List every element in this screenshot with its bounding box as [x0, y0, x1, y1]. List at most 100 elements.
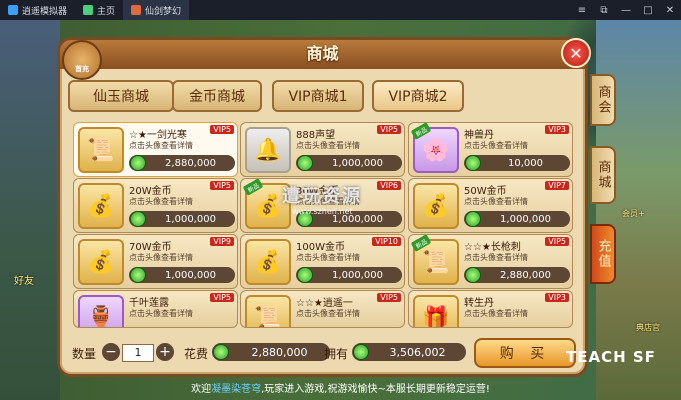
- vip-badge: VIP5: [210, 293, 234, 302]
- game-icon: [131, 5, 142, 15]
- tab-game-label: 仙剑梦幻: [145, 6, 182, 17]
- minimize-icon[interactable]: —: [615, 0, 637, 20]
- shop-item[interactable]: 💰 50W金币 VIP7 点击头像查看详情 1,000,000: [408, 178, 573, 233]
- shop-item[interactable]: 🏺 千叶莲露 VIP5 点击头像查看详情: [73, 290, 238, 328]
- menu-icon[interactable]: ≡: [571, 0, 593, 20]
- vip-badge: VIP7: [545, 181, 569, 190]
- item-desc: 点击头像查看详情: [129, 197, 193, 206]
- item-desc: 点击头像查看详情: [129, 141, 193, 150]
- shop-item[interactable]: 📜 新品 ☆☆★长枪刺 VIP5 点击头像查看详情 2,880,000: [408, 234, 573, 289]
- shop-official-label[interactable]: 典店官: [636, 322, 660, 333]
- item-price-box: 1,000,000: [296, 267, 402, 283]
- category-vip-shop-1[interactable]: VIP商城1: [272, 80, 364, 112]
- bell-icon[interactable]: 🔔: [245, 127, 291, 173]
- item-name: ☆☆★逍遥一: [296, 298, 353, 309]
- item-price: 1,000,000: [165, 213, 216, 225]
- cost-value: 2,880,000: [251, 345, 308, 359]
- item-name: 千叶莲露: [129, 298, 169, 309]
- shop-item[interactable]: 🎁 转生丹 VIP3 点击头像查看详情: [408, 290, 573, 328]
- coin-bag-icon[interactable]: 💰: [78, 183, 124, 229]
- item-price-box: 1,000,000: [129, 267, 235, 283]
- chest-icon[interactable]: 🎁: [413, 295, 459, 327]
- item-desc: 点击头像查看详情: [129, 253, 193, 262]
- item-price-box: 1,000,000: [129, 211, 235, 227]
- shop-item[interactable]: 💰 70W金币 VIP9 点击头像查看详情 1,000,000: [73, 234, 238, 289]
- item-price-box: 2,880,000: [129, 155, 235, 171]
- marquee-suffix: ,玩家进入游戏,祝游戏愉快~本服长期更新稳定运营!: [261, 384, 490, 395]
- close-window-icon[interactable]: ✕: [659, 0, 681, 20]
- vip-badge: VIP3: [545, 293, 569, 302]
- item-price: 10,000: [508, 157, 543, 169]
- coin-bag-icon[interactable]: 💰: [245, 239, 291, 285]
- quantity-minus-button[interactable]: −: [102, 343, 120, 361]
- tab-home[interactable]: 主页: [75, 0, 123, 20]
- maximize-icon[interactable]: □: [637, 0, 659, 20]
- jade-coin-icon: [297, 155, 313, 171]
- tab-emulator[interactable]: 逍遥模拟器: [0, 0, 75, 20]
- vip-badge: VIP5: [377, 125, 401, 134]
- shop-item[interactable]: 💰 20W金币 VIP5 点击头像查看详情 1,000,000: [73, 178, 238, 233]
- item-name: ☆☆★长枪刺: [464, 242, 521, 253]
- item-name: ☆★一剑光寒: [129, 130, 187, 141]
- quantity-plus-button[interactable]: +: [156, 343, 174, 361]
- coin-bag-icon[interactable]: 💰: [413, 183, 459, 229]
- jade-coin-icon: [465, 211, 481, 227]
- scroll-icon[interactable]: 📜: [245, 295, 291, 327]
- vip-badge: VIP10: [372, 237, 401, 246]
- vip-badge: VIP9: [210, 237, 234, 246]
- tab-recharge[interactable]: 充值: [590, 224, 616, 284]
- category-jade-shop[interactable]: 仙玉商城: [68, 80, 174, 112]
- emulator-logo-icon: [8, 5, 18, 15]
- shop-item[interactable]: 🌸 新品 神兽丹 VIP3 点击头像查看详情 10,000: [408, 122, 573, 177]
- tab-home-label: 主页: [97, 6, 116, 17]
- item-desc: 点击头像查看详情: [296, 253, 360, 262]
- item-price: 1,000,000: [332, 269, 383, 281]
- jade-coin-icon: [213, 344, 229, 360]
- jade-coin-icon: [130, 267, 146, 283]
- vip-badge: VIP3: [545, 125, 569, 134]
- close-button[interactable]: ✕: [561, 38, 591, 68]
- shop-item[interactable]: 📜 ☆☆★逍遥一 VIP5 点击头像查看详情: [240, 290, 405, 328]
- watermark-url: www.szhen.net: [292, 207, 353, 216]
- member-label[interactable]: 会员+: [622, 208, 645, 219]
- cost-value-box: 2,880,000: [212, 343, 330, 361]
- item-name: 转生丹: [464, 298, 494, 309]
- coin-bag-icon[interactable]: 💰: [78, 239, 124, 285]
- item-name: 神兽丹: [464, 130, 494, 141]
- tab-game[interactable]: 仙剑梦幻: [123, 0, 190, 20]
- teach-sf-logo: TEACH SF: [566, 348, 656, 366]
- item-price: 1,000,000: [500, 213, 551, 225]
- friend-label[interactable]: 好友: [14, 272, 34, 287]
- item-price: 1,000,000: [332, 157, 383, 169]
- category-gold-shop[interactable]: 金币商城: [172, 80, 262, 112]
- item-price-box: 2,880,000: [464, 267, 570, 283]
- item-desc: 点击头像查看详情: [129, 309, 193, 318]
- item-desc: 点击头像查看详情: [464, 141, 528, 150]
- item-desc: 点击头像查看详情: [296, 309, 360, 318]
- game-left-area: [0, 20, 60, 400]
- tab-shop[interactable]: 商城: [590, 146, 616, 204]
- tab-emulator-label: 逍遥模拟器: [22, 6, 68, 17]
- vip-badge: VIP5: [210, 181, 234, 190]
- shop-item[interactable]: 💰 100W金币 VIP10 点击头像查看详情 1,000,000: [240, 234, 405, 289]
- jade-coin-icon: [465, 267, 481, 283]
- owned-label: 拥有: [324, 347, 349, 361]
- watermark-text: 遭玩资源: [282, 186, 362, 207]
- potion-icon[interactable]: 🏺: [78, 295, 124, 327]
- window-controls: ≡ ⧉ — □ ✕: [571, 0, 681, 20]
- quantity-input[interactable]: 1: [122, 344, 154, 362]
- shop-item[interactable]: 🔔 888声望 VIP5 点击头像查看详情 1,000,000: [240, 122, 405, 177]
- item-price: 2,880,000: [500, 269, 551, 281]
- scroll-icon[interactable]: 📜: [78, 127, 124, 173]
- first-charge-icon[interactable]: 首充: [62, 40, 102, 80]
- vip-badge: VIP5: [545, 237, 569, 246]
- tab-guild[interactable]: 商会: [590, 74, 616, 126]
- vip-badge: VIP5: [377, 293, 401, 302]
- restore-icon[interactable]: ⧉: [593, 0, 615, 20]
- cost-label: 花费: [184, 347, 209, 361]
- category-vip-shop-2[interactable]: VIP商城2: [372, 80, 464, 112]
- jade-coin-icon: [297, 267, 313, 283]
- buy-button[interactable]: 购 买: [474, 338, 576, 368]
- owned-value-box: 3,506,002: [352, 343, 466, 361]
- shop-item[interactable]: 📜 ☆★一剑光寒 VIP5 点击头像查看详情 2,880,000: [73, 122, 238, 177]
